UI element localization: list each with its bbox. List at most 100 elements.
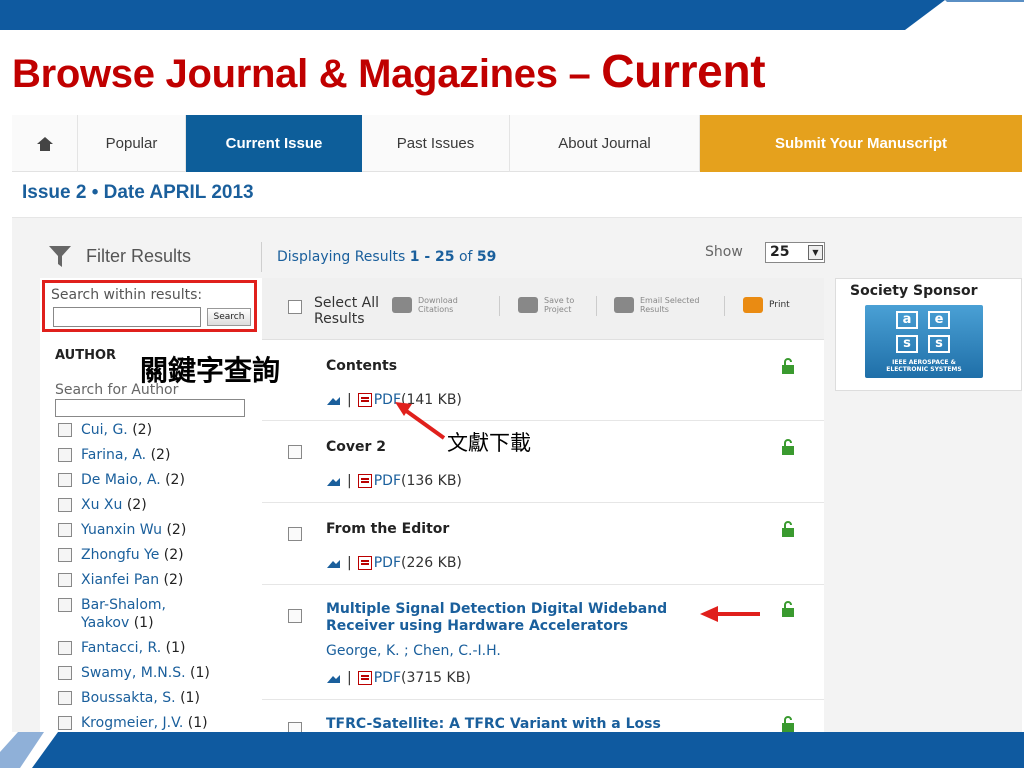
result-item: Multiple Signal Detection Digital Wideba… — [262, 585, 824, 700]
filter-results-label: Filter Results — [86, 245, 192, 266]
abstract-icon[interactable] — [326, 394, 341, 406]
pdf-size: (226 KB) — [401, 555, 462, 571]
abstract-icon[interactable] — [326, 557, 341, 569]
tab-past-issues[interactable]: Past Issues — [362, 115, 510, 172]
author-item[interactable]: Cui, G. (2) — [55, 421, 260, 439]
toolbar-divider — [499, 296, 500, 316]
download-citations-button[interactable]: Download Citations — [392, 292, 458, 318]
result-authors[interactable]: George, K. ; Chen, C.-I.H. — [326, 643, 501, 659]
result-item: TFRC-Satellite: A TFRC Variant with a Lo… — [262, 700, 824, 732]
email-selected-button[interactable]: Email Selected Results — [614, 292, 699, 318]
result-title[interactable]: From the Editor — [326, 521, 716, 538]
author-checkbox[interactable] — [58, 523, 72, 537]
unlock-icon — [782, 716, 794, 732]
submit-manuscript-button[interactable]: Submit Your Manuscript — [700, 115, 1022, 172]
author-name[interactable]: Farina, A. — [81, 447, 146, 463]
tab-popular[interactable]: Popular — [78, 115, 186, 172]
author-item[interactable]: Xu Xu (2) — [55, 496, 260, 514]
displaying-of: of — [454, 249, 477, 265]
abstract-icon[interactable] — [326, 475, 341, 487]
result-links: | PDF (136 KB) — [326, 473, 462, 489]
search-within-input[interactable] — [53, 307, 201, 327]
journal-page-screenshot: Popular Current Issue Past Issues About … — [12, 115, 1022, 732]
result-checkbox[interactable] — [288, 722, 302, 732]
slide-title: Browse Journal & Magazines – Current — [12, 44, 766, 98]
author-name[interactable]: Boussakta, S. — [81, 690, 176, 706]
pdf-link[interactable]: PDF — [374, 392, 401, 408]
author-checkbox[interactable] — [58, 716, 72, 730]
result-checkbox[interactable] — [288, 609, 302, 623]
author-item[interactable]: Krogmeier, J.V. (1) — [55, 714, 260, 732]
author-item[interactable]: Swamy, M.N.S. (1) — [55, 664, 260, 682]
pdf-size: (3715 KB) — [401, 670, 471, 686]
author-checkbox[interactable] — [58, 448, 72, 462]
author-name[interactable]: Xianfei Pan — [81, 572, 159, 588]
logo-letter: s — [896, 335, 918, 353]
logo-text: IEEE AEROSPACE & ELECTRONIC SYSTEMS — [865, 359, 983, 373]
author-checkbox[interactable] — [58, 473, 72, 487]
author-checkbox[interactable] — [58, 573, 72, 587]
author-item[interactable]: De Maio, A. (2) — [55, 471, 260, 489]
unlock-icon — [782, 601, 794, 617]
author-count: (2) — [159, 572, 184, 588]
select-all-checkbox[interactable] — [288, 300, 302, 314]
author-checkbox[interactable] — [58, 548, 72, 562]
author-checkbox[interactable] — [58, 641, 72, 655]
author-name[interactable]: Xu Xu — [81, 497, 122, 513]
author-search-input[interactable] — [55, 399, 245, 417]
author-count: (2) — [162, 522, 187, 538]
save-to-project-button[interactable]: Save to Project — [518, 292, 574, 318]
author-item[interactable]: Yuanxin Wu (2) — [55, 521, 260, 539]
pdf-icon[interactable] — [357, 556, 372, 570]
journal-nav: Popular Current Issue Past Issues About … — [12, 115, 1022, 178]
author-count: (1) — [183, 715, 208, 731]
link-separator: | — [347, 555, 352, 571]
pdf-icon[interactable] — [357, 671, 372, 685]
author-name[interactable]: Swamy, M.N.S. — [81, 665, 186, 681]
result-checkbox[interactable] — [288, 527, 302, 541]
pdf-icon[interactable] — [357, 474, 372, 488]
author-count: (2) — [146, 447, 171, 463]
author-checkbox[interactable] — [58, 666, 72, 680]
result-checkbox[interactable] — [288, 445, 302, 459]
result-item: Cover 2 | PDF (136 KB) — [262, 421, 824, 503]
tab-home[interactable] — [12, 115, 78, 172]
author-name[interactable]: Fantacci, R. — [81, 640, 161, 656]
author-item[interactable]: Fantacci, R. (1) — [55, 639, 260, 657]
author-checkbox[interactable] — [58, 598, 72, 612]
author-item[interactable]: Boussakta, S. (1) — [55, 689, 260, 707]
author-item[interactable]: Farina, A. (2) — [55, 446, 260, 464]
link-separator: | — [347, 670, 352, 686]
author-count: (1) — [129, 615, 154, 631]
author-item[interactable]: Bar-Shalom, Yaakov (1) — [55, 596, 205, 632]
result-links: | PDF (3715 KB) — [326, 670, 471, 686]
author-name[interactable]: Yuanxin Wu — [81, 522, 162, 538]
author-checkbox[interactable] — [58, 691, 72, 705]
search-button[interactable]: Search — [207, 308, 251, 326]
show-label: Show — [705, 244, 743, 260]
result-title[interactable]: Multiple Signal Detection Digital Wideba… — [326, 601, 716, 635]
aess-logo[interactable]: a e s s IEEE AEROSPACE & ELECTRONIC SYSTE… — [865, 305, 983, 378]
author-name[interactable]: De Maio, A. — [81, 472, 161, 488]
pdf-link[interactable]: PDF — [374, 473, 401, 489]
author-name[interactable]: Krogmeier, J.V. — [81, 715, 183, 731]
author-name[interactable]: Zhongfu Ye — [81, 547, 159, 563]
pdf-icon[interactable] — [357, 393, 372, 407]
author-item[interactable]: Xianfei Pan (2) — [55, 571, 260, 589]
author-count: (1) — [161, 640, 186, 656]
select-all-label[interactable]: Select All Results — [314, 295, 384, 327]
pdf-link[interactable]: PDF — [374, 670, 401, 686]
author-checkbox[interactable] — [58, 423, 72, 437]
results-per-page-select[interactable]: 25 ▼ — [765, 242, 825, 263]
abstract-icon[interactable] — [326, 672, 341, 684]
tab-about-journal[interactable]: About Journal — [510, 115, 700, 172]
author-item[interactable]: Zhongfu Ye (2) — [55, 546, 260, 564]
print-button[interactable]: Print — [743, 292, 790, 318]
result-title[interactable]: TFRC-Satellite: A TFRC Variant with a Lo… — [326, 716, 716, 732]
author-checkbox[interactable] — [58, 498, 72, 512]
toolbar-divider — [724, 296, 725, 316]
author-name[interactable]: Cui, G. — [81, 422, 128, 438]
result-title[interactable]: Contents — [326, 358, 716, 375]
tab-current-issue[interactable]: Current Issue — [186, 115, 362, 178]
pdf-link[interactable]: PDF — [374, 555, 401, 571]
